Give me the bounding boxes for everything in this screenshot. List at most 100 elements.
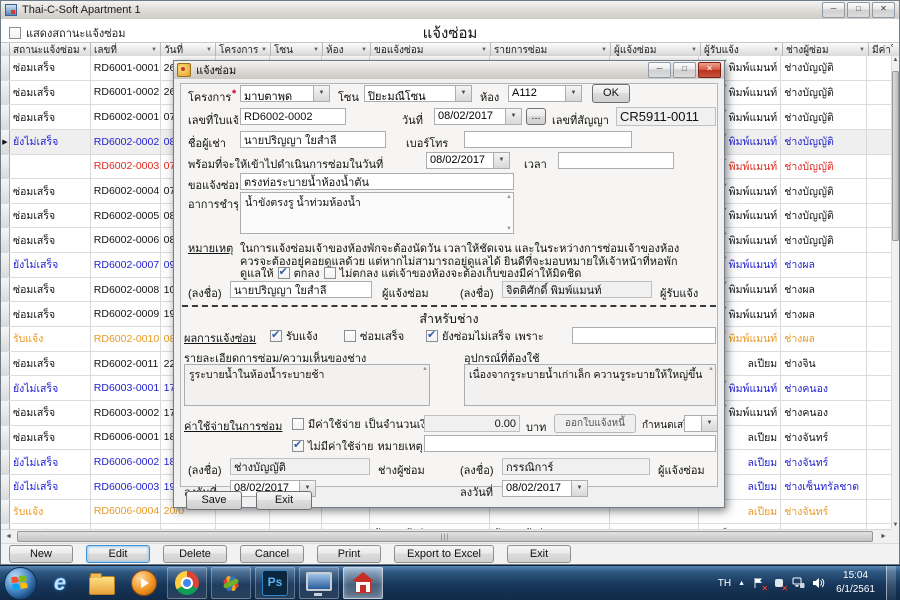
start-button[interactable] (4, 567, 37, 600)
network-icon[interactable] (792, 577, 805, 590)
device-status-icon[interactable]: ✕ (772, 577, 785, 590)
vertical-scroll-thumb[interactable] (892, 71, 899, 241)
column-header[interactable]: โซน▼ (271, 43, 323, 57)
save-button[interactable]: Save (186, 491, 242, 510)
scroll-up-icon[interactable]: ▲ (892, 57, 899, 63)
footer-button-delete[interactable]: Delete (163, 545, 227, 563)
footer-button-edit[interactable]: Edit (86, 545, 150, 563)
filter-funnel-icon[interactable]: ▼ (601, 47, 607, 53)
file-explorer-icon[interactable] (83, 568, 121, 598)
chrome-icon[interactable] (167, 567, 207, 599)
maximize-icon[interactable]: □ (847, 2, 870, 18)
due-select[interactable]: ▼ (684, 415, 718, 432)
vertical-scrollbar[interactable]: ▲ ▼ (891, 56, 899, 529)
ok-button[interactable]: OK (592, 84, 630, 103)
done-checkbox[interactable] (344, 330, 356, 342)
footer-button-exit[interactable]: Exit (507, 545, 571, 563)
dialog-titlebar[interactable]: แจ้งซ่อม ─ □ ✕ (174, 61, 724, 80)
dialog-minimize-icon[interactable]: ─ (648, 62, 671, 78)
disagree-checkbox[interactable] (324, 267, 336, 279)
horizontal-scrollbar[interactable]: ◄ ||| ► (1, 529, 891, 543)
filter-funnel-icon[interactable]: ▼ (859, 47, 865, 53)
column-header[interactable]: โครงการ▼ (216, 43, 271, 57)
received-checkbox[interactable] (270, 330, 282, 342)
tenant-input[interactable] (240, 131, 386, 148)
footer-button-cancel[interactable]: Cancel (240, 545, 304, 563)
technician-sign-input[interactable] (230, 458, 370, 475)
because-input[interactable] (572, 327, 716, 344)
no-cost-checkbox[interactable] (292, 440, 304, 452)
room-select[interactable]: A112▼ (508, 85, 582, 102)
column-header[interactable]: ผู้รับแจ้ง▼ (701, 43, 783, 57)
filter-funnel-icon[interactable]: ▼ (151, 47, 157, 53)
filter-funnel-icon[interactable]: ▼ (82, 47, 88, 53)
cost-note-input[interactable] (424, 435, 716, 452)
apartment-app-icon[interactable] (343, 567, 383, 599)
footer-button-export-to-excel[interactable]: Export to Excel (394, 545, 494, 563)
exit-button[interactable]: Exit (256, 491, 312, 510)
equipment-textarea[interactable]: เนื่องจากรูระบายน้ำเก่าเล็ก ควานรูระบายใ… (464, 364, 716, 406)
scroll-left-icon[interactable]: ◄ (1, 530, 16, 543)
date-select[interactable]: 08/02/2017▼ (434, 108, 522, 125)
filter-funnel-icon[interactable]: ▼ (261, 47, 267, 53)
footer-button-new[interactable]: New (9, 545, 73, 563)
receiver-sign-input[interactable] (502, 281, 652, 298)
column-header[interactable]: ขอแจ้งซ่อม▼ (371, 43, 491, 57)
scroll-right-icon[interactable]: ► (876, 530, 891, 543)
volume-icon[interactable] (812, 577, 825, 590)
window-titlebar[interactable]: Thai-C-Soft Apartment 1 ─ □ ✕ (1, 1, 899, 20)
media-player-icon[interactable] (125, 568, 163, 598)
hidden-icons-icon[interactable]: ▲ (738, 580, 745, 587)
scroll-down-icon[interactable]: ▼ (892, 522, 899, 528)
column-header[interactable]: วันที่▼ (161, 43, 216, 57)
filter-funnel-icon[interactable]: ▼ (691, 47, 697, 53)
dialog-close-icon[interactable]: ✕ (698, 62, 721, 78)
time-input[interactable] (558, 152, 674, 169)
detail-textarea[interactable]: รูระบายน้ำในห้องน้ำระบายช้า ▲ (184, 364, 430, 406)
column-header[interactable]: ห้อง▼ (323, 43, 371, 57)
column-header[interactable]: สถานะแจ้งซ่อม▼ (10, 43, 91, 57)
notdone-checkbox[interactable] (426, 330, 438, 342)
taskbar-clock[interactable]: 15:04 6/1/2561 (832, 569, 879, 598)
filter-funnel-icon[interactable]: ▼ (361, 47, 367, 53)
has-cost-checkbox[interactable] (292, 418, 304, 430)
row-indicator-header (1, 43, 10, 57)
filter-funnel-icon[interactable]: ▼ (481, 47, 487, 53)
column-header[interactable]: เลขที่▼ (91, 43, 161, 57)
time-label: เวลา (524, 155, 554, 173)
dialog-maximize-icon[interactable]: □ (673, 62, 696, 78)
reporter-sign-input[interactable] (230, 281, 372, 298)
zone-select[interactable]: ปิยะมณีโซน▼ (364, 85, 472, 102)
doc-no-input[interactable] (240, 108, 346, 125)
internet-explorer-icon[interactable]: e (41, 568, 79, 598)
agree-checkbox[interactable] (278, 267, 290, 279)
request-input[interactable] (240, 173, 514, 190)
footer-button-print[interactable]: Print (317, 545, 381, 563)
column-header[interactable]: ช่างผู้ซ่อม▼ (783, 43, 869, 57)
invoice-button[interactable]: ออกใบแจ้งหนี้ (554, 414, 636, 433)
column-header[interactable]: รายการซ่อม▼ (491, 43, 611, 57)
project-select[interactable]: มาบตาพุด▼ (240, 85, 330, 102)
photoshop-icon[interactable]: Ps (255, 567, 295, 599)
minimize-icon[interactable]: ─ (822, 2, 845, 18)
ready-date-select[interactable]: 08/02/2017▼ (426, 152, 510, 169)
contract-input[interactable] (616, 107, 716, 126)
symptom-textarea[interactable]: น้ำขังตรงรู น้ำท่วมห้องน้ำ ▲ ▼ (240, 192, 514, 234)
filter-funnel-icon[interactable]: ▼ (313, 47, 319, 53)
browse-button[interactable]: ... (526, 108, 546, 125)
column-header[interactable]: มีค่าใช้จ่าย▼ (869, 43, 893, 57)
photo-viewer-icon[interactable] (211, 567, 251, 599)
horizontal-scroll-thumb[interactable]: ||| (17, 531, 873, 542)
language-indicator[interactable]: TH (718, 578, 731, 589)
action-center-flag-icon[interactable]: ✕ (752, 577, 765, 590)
column-header[interactable]: ผู้แจ้งซ่อม▼ (611, 43, 701, 57)
show-desktop-button[interactable] (886, 566, 896, 600)
reporter2-sign-date-select[interactable]: 08/02/2017▼ (502, 480, 588, 497)
reporter2-sign-input[interactable] (502, 458, 650, 475)
filter-funnel-icon[interactable]: ▼ (206, 47, 212, 53)
close-icon[interactable]: ✕ (872, 2, 895, 18)
amount-input[interactable] (424, 415, 520, 432)
phone-input[interactable] (464, 131, 632, 148)
my-computer-icon[interactable] (299, 567, 339, 599)
filter-funnel-icon[interactable]: ▼ (773, 47, 779, 53)
